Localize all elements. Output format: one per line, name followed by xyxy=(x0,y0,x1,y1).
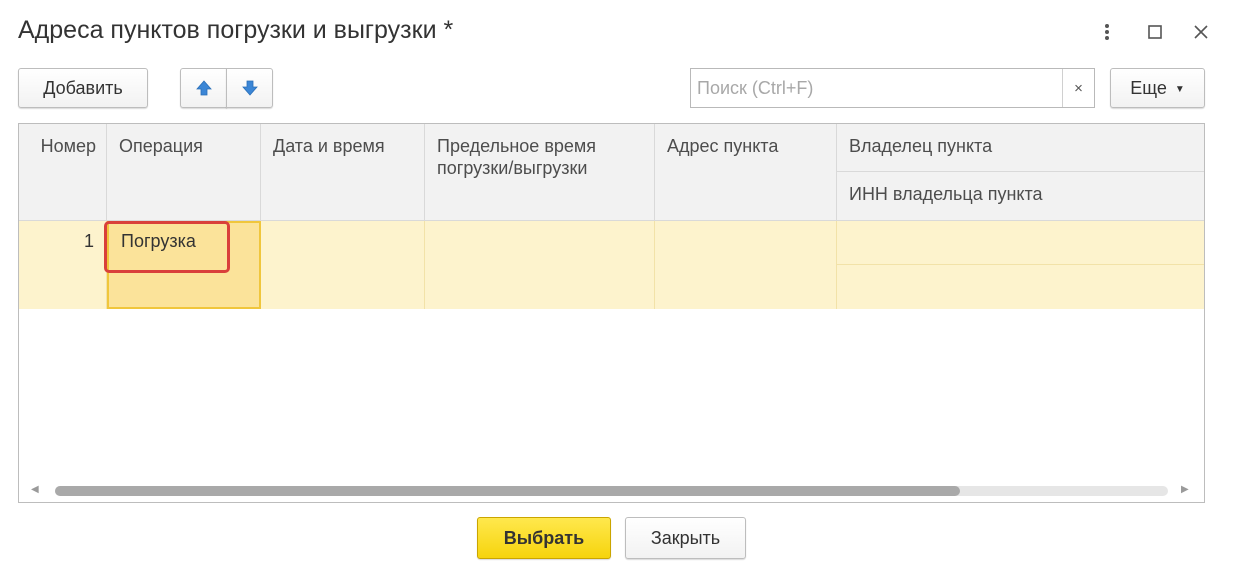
column-header-number[interactable]: Номер xyxy=(19,124,107,221)
row-number-cell[interactable]: 1 xyxy=(19,221,107,309)
horizontal-scrollbar[interactable]: ◀ ▶ xyxy=(19,480,1204,502)
address-cell[interactable] xyxy=(655,221,837,309)
owner-cell[interactable] xyxy=(837,221,1204,265)
more-menu-button[interactable]: Еще ▼ xyxy=(1110,68,1205,108)
datetime-cell[interactable] xyxy=(261,221,425,309)
owner-inn-cell[interactable] xyxy=(837,265,1204,309)
maximize-icon[interactable] xyxy=(1143,18,1167,46)
close-button[interactable]: Закрыть xyxy=(625,517,746,559)
points-table: Номер Операция Дата и время Предельное в… xyxy=(18,123,1205,503)
move-down-button[interactable] xyxy=(226,68,273,108)
window-title: Адреса пунктов погрузки и выгрузки * xyxy=(18,16,454,44)
close-icon[interactable] xyxy=(1189,18,1213,46)
search-input[interactable] xyxy=(691,69,1062,107)
scroll-thumb[interactable] xyxy=(55,486,960,496)
vertical-dots-icon[interactable] xyxy=(1095,18,1119,46)
column-header-operation[interactable]: Операция xyxy=(107,124,261,221)
arrow-down-icon xyxy=(241,80,258,96)
search-clear-button[interactable]: × xyxy=(1062,69,1094,107)
column-header-datetime[interactable]: Дата и время xyxy=(261,124,425,221)
add-button[interactable]: Добавить xyxy=(18,68,148,108)
column-header-deadline[interactable]: Предельное время погрузки/выгрузки xyxy=(425,124,655,221)
more-menu-label: Еще xyxy=(1130,77,1167,98)
scroll-left-icon[interactable]: ◀ xyxy=(31,484,39,495)
deadline-cell[interactable] xyxy=(425,221,655,309)
scroll-right-icon[interactable]: ▶ xyxy=(1181,484,1189,495)
chevron-down-icon: ▼ xyxy=(1174,83,1185,95)
column-header-owner[interactable]: Владелец пункта xyxy=(837,124,1204,172)
search-box: × xyxy=(690,68,1095,108)
arrow-up-icon xyxy=(195,80,212,96)
move-up-button[interactable] xyxy=(180,68,227,108)
column-header-owner-inn[interactable]: ИНН владельца пункта xyxy=(837,172,1204,221)
highlight-frame xyxy=(104,221,230,273)
select-button[interactable]: Выбрать xyxy=(477,517,611,559)
column-header-address[interactable]: Адрес пункта xyxy=(655,124,837,221)
